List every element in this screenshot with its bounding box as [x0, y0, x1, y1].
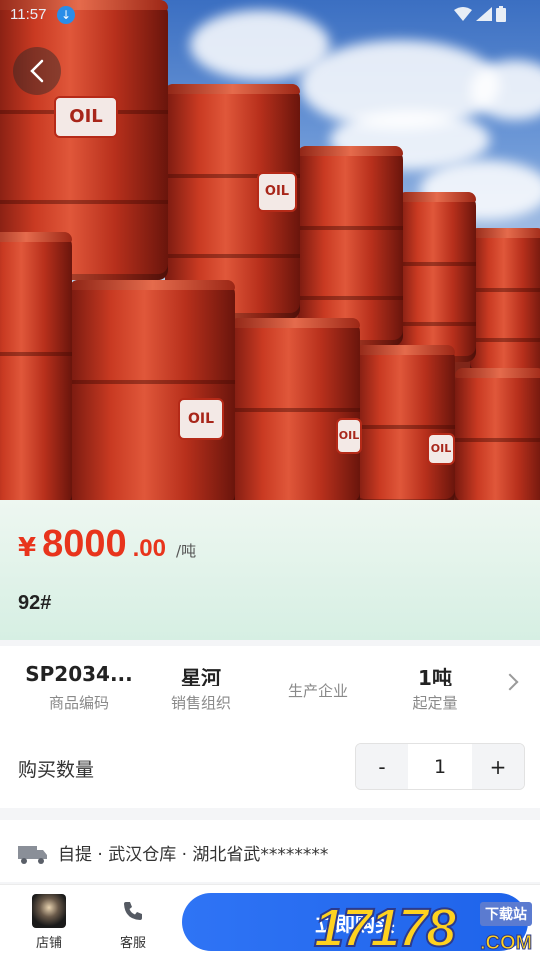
quantity-stepper[interactable]: - 1 +	[355, 743, 525, 790]
product-grade: 92#	[18, 592, 52, 614]
shop-tab[interactable]: 店铺	[19, 894, 79, 951]
price-decimal: .00	[132, 535, 167, 562]
wifi-icon	[454, 7, 472, 21]
oil-label: OIL	[336, 418, 362, 454]
info-label: 销售组织	[170, 694, 231, 712]
chevron-left-icon	[30, 59, 44, 83]
product-image: OIL OIL OIL OIL OIL	[0, 0, 540, 500]
oil-label: OIL	[257, 172, 297, 212]
quantity-label: 购买数量	[18, 759, 95, 781]
chevron-right-icon[interactable]	[501, 673, 519, 691]
info-value: 星河	[181, 666, 221, 686]
oil-label: OIL	[178, 398, 224, 440]
product-detail-page: OIL OIL OIL OIL OIL 11:57 ↓ ¥ 8000 .00 /…	[0, 0, 540, 960]
info-value: SP2034...	[25, 662, 133, 686]
price-integer: 8000	[42, 523, 127, 565]
quantity-value[interactable]: 1	[408, 744, 472, 789]
watermark-tag: 下载站	[480, 902, 532, 926]
info-product-code: SP2034... 商品编码	[20, 646, 138, 713]
info-value: 1吨	[418, 666, 452, 686]
info-min-order: 1吨 起定量	[376, 646, 494, 713]
price: ¥ 8000 .00 /吨	[18, 523, 196, 566]
product-info-row[interactable]: SP2034... 商品编码 星河 销售组织 生产企业 1吨 起定量	[0, 646, 540, 720]
price-unit: /吨	[176, 542, 197, 560]
info-manufacturer: 生产企业	[259, 646, 377, 701]
battery-icon	[496, 6, 506, 22]
info-label: 生产企业	[287, 682, 348, 700]
download-icon: ↓	[57, 6, 75, 24]
shop-avatar	[32, 894, 66, 928]
info-sales-org: 星河 销售组织	[142, 646, 260, 713]
customer-service-tab[interactable]: 客服	[103, 894, 163, 951]
phone-icon	[124, 902, 142, 920]
signal-icon	[476, 7, 492, 21]
status-time: 11:57	[10, 6, 47, 23]
back-button[interactable]	[13, 47, 61, 95]
decrease-button[interactable]: -	[356, 744, 408, 789]
pickup-info: 自提 · 武汉仓库 · 湖北省武********	[58, 845, 329, 865]
oil-label: OIL	[54, 96, 118, 138]
info-label: 起定量	[412, 694, 458, 712]
shop-label: 店铺	[35, 936, 62, 951]
status-bar: 11:57 ↓	[0, 0, 540, 30]
status-icons	[454, 6, 506, 22]
oil-label: OIL	[427, 433, 455, 465]
info-label: 商品编码	[48, 694, 109, 712]
watermark-logo: 17178	[313, 897, 457, 959]
price-currency: ¥	[18, 533, 37, 563]
service-label: 客服	[119, 936, 146, 951]
truck-icon	[18, 846, 47, 864]
price-panel	[0, 500, 540, 640]
watermark-domain: .COM	[479, 932, 533, 955]
increase-button[interactable]: +	[472, 744, 524, 789]
